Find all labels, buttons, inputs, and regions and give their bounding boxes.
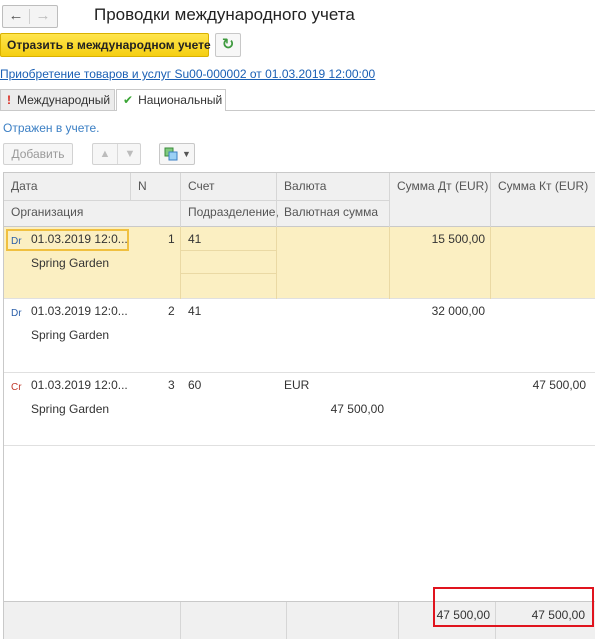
cell-currency: EUR [284, 378, 310, 392]
column-divider [490, 173, 491, 227]
tab-international[interactable]: ! Международный [0, 89, 115, 110]
column-divider [130, 173, 131, 200]
header-row-divider [4, 200, 180, 201]
cell-organization: Spring Garden [31, 256, 110, 270]
column-divider [490, 227, 491, 299]
header-date[interactable]: Дата [11, 179, 38, 193]
add-button[interactable]: Добавить [3, 143, 73, 165]
totals-highlight [433, 587, 594, 627]
document-link[interactable]: Приобретение товаров и услуг Su00-000002… [0, 67, 375, 81]
header-account[interactable]: Счет [188, 179, 215, 193]
table-header: Дата N Счет Валюта Сумма Дт (EUR) Сумма … [4, 173, 595, 227]
navigation-buttons: ← → [2, 5, 58, 28]
cell-date: 01.03.2019 12:0... [31, 232, 128, 246]
tab-underline [0, 110, 595, 111]
tab-label: Национальный [138, 93, 223, 107]
entries-table: Дата N Счет Валюта Сумма Дт (EUR) Сумма … [3, 172, 595, 639]
cell-sum-kt: 47 500,00 [532, 378, 586, 392]
credit-marker: Cr [11, 382, 22, 393]
column-divider [286, 602, 287, 639]
cell-account: 41 [188, 304, 202, 318]
column-divider [180, 602, 181, 639]
cell-organization: Spring Garden [31, 402, 110, 416]
column-divider [389, 227, 390, 299]
column-divider [276, 227, 277, 299]
arrow-right-icon[interactable]: → [30, 6, 56, 27]
arrow-down-icon[interactable]: ▼ [117, 144, 142, 164]
row-divider [180, 250, 276, 251]
header-sum-dt[interactable]: Сумма Дт (EUR) [397, 179, 488, 193]
column-divider [180, 227, 181, 299]
cell-account: 60 [188, 378, 202, 392]
tab-label: Международный [17, 93, 111, 107]
cell-account: 41 [188, 232, 202, 246]
column-divider [389, 173, 390, 227]
header-organization[interactable]: Организация [11, 205, 83, 219]
header-currency[interactable]: Валюта [284, 179, 326, 193]
tab-national[interactable]: ✔ Национальный [116, 89, 226, 111]
cell-sum-dt: 32 000,00 [431, 304, 485, 318]
cell-date: 01.03.2019 12:0... [31, 378, 128, 392]
header-n[interactable]: N [138, 179, 147, 193]
cell-n: 3 [168, 378, 175, 392]
arrow-up-icon[interactable]: ▲ [93, 144, 117, 164]
more-actions-button[interactable]: ▼ [159, 143, 195, 165]
debit-marker: Dr [11, 308, 22, 319]
arrow-left-icon[interactable]: ← [3, 6, 29, 27]
refresh-icon[interactable]: ↻ [215, 33, 241, 57]
table-row[interactable]: Cr 01.03.2019 12:0... 3 60 EUR 47 500,00… [4, 373, 595, 446]
table-row[interactable]: Dr 01.03.2019 12:0... 1 41 15 500,00 Spr… [4, 227, 595, 299]
header-currency-sum[interactable]: Валютная сумма [284, 205, 378, 219]
header-sum-kt[interactable]: Сумма Кт (EUR) [498, 179, 588, 193]
debit-marker: Dr [11, 236, 22, 247]
table-row[interactable]: Dr 01.03.2019 12:0... 2 41 32 000,00 Spr… [4, 299, 595, 373]
cell-organization: Spring Garden [31, 328, 110, 342]
row-divider [180, 273, 276, 274]
status-text: Отражен в учете. [3, 121, 100, 135]
copy-icon [164, 147, 178, 161]
checkmark-icon: ✔ [123, 93, 134, 107]
header-row-divider [180, 200, 389, 201]
cell-n: 1 [168, 232, 175, 246]
header-subdivision[interactable]: Подразделение, [188, 205, 279, 219]
cell-date: 01.03.2019 12:0... [31, 304, 128, 318]
exclamation-icon: ! [7, 93, 11, 107]
move-buttons: ▲ ▼ [92, 143, 141, 165]
cell-currency-sum: 47 500,00 [330, 402, 384, 416]
chevron-down-icon: ▼ [182, 149, 191, 159]
reflect-international-button[interactable]: Отразить в международном учете [0, 33, 211, 57]
cell-sum-dt: 15 500,00 [431, 232, 485, 246]
page-title: Проводки международного учета [94, 5, 355, 24]
cell-n: 2 [168, 304, 175, 318]
